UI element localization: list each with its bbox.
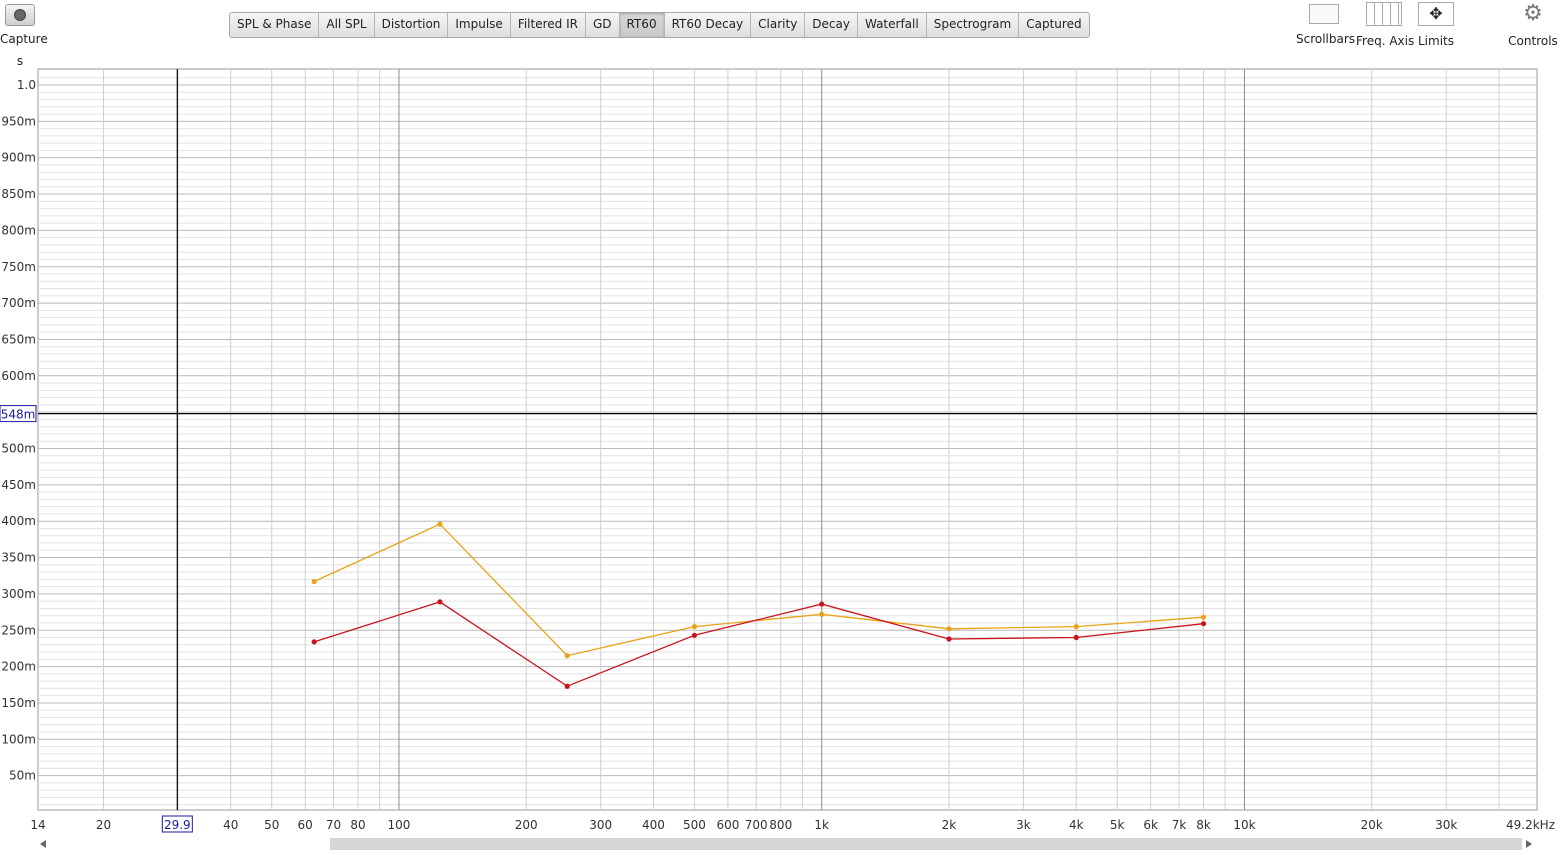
series-1-point: [946, 636, 952, 642]
grid-lines: [37, 68, 1538, 811]
series-0-point: [564, 653, 570, 659]
x-tick-label: 5k: [1110, 818, 1125, 832]
x-tick-label: 400: [642, 818, 665, 832]
series-1-point: [437, 599, 443, 605]
y-tick-label: 750m: [1, 260, 36, 274]
y-tick-label: 1.0: [17, 78, 36, 92]
x-tick-label: 50: [264, 818, 279, 832]
y-tick-label: 50m: [9, 769, 36, 783]
scroll-left-icon[interactable]: [40, 840, 46, 848]
scroll-right-icon[interactable]: [1526, 840, 1532, 848]
x-tick-label: 100: [388, 818, 411, 832]
x-tick-label: 70: [326, 818, 341, 832]
series-0-point: [1200, 614, 1207, 620]
y-tick-label: 700m: [1, 296, 36, 310]
y-tick-label: 900m: [1, 151, 36, 165]
x-tick-label: 600: [716, 818, 739, 832]
x-tick-label: 80: [350, 818, 365, 832]
y-tick-label: 150m: [1, 696, 36, 710]
x-tick-label: 14: [30, 818, 45, 832]
x-axis-ticks: 14 20 40 50 60 70 80 100 200 300 400 500 600 700 800 1k…: [30, 818, 1555, 832]
x-tick-label: 3k: [1016, 818, 1031, 832]
rt60-graph[interactable]: 1.0 950m 900m 850m 800m 750m 700m 650m 600m 500m 4…: [0, 0, 1560, 855]
cursor-y-readout: 548m: [1, 408, 36, 422]
series-0-point: [691, 624, 698, 630]
x-tick-label: 2k: [942, 818, 957, 832]
series-0-point: [819, 611, 825, 617]
y-tick-label: 450m: [1, 478, 36, 492]
x-tick-label: 30k: [1435, 818, 1457, 832]
x-tick-label: 49.2kHz: [1506, 818, 1555, 832]
x-tick-label: 300: [589, 818, 612, 832]
x-tick-label: 7k: [1172, 818, 1187, 832]
series-1-point: [691, 632, 698, 638]
y-tick-label: 650m: [1, 332, 36, 346]
series-1-point: [311, 639, 317, 645]
y-tick-label: 850m: [1, 187, 36, 201]
series-0-point: [437, 521, 443, 527]
y-tick-label: 200m: [1, 660, 36, 674]
horizontal-scrollbar[interactable]: [36, 836, 1536, 850]
series-1-point: [564, 683, 570, 689]
x-tick-label: 60: [298, 818, 313, 832]
scrollbar-thumb[interactable]: [330, 838, 1522, 850]
x-tick-label: 200: [515, 818, 538, 832]
x-tick-label: 8k: [1196, 818, 1211, 832]
y-tick-label: 100m: [1, 732, 36, 746]
series-0-point: [1073, 624, 1079, 630]
y-tick-label: 400m: [1, 514, 36, 528]
series-1-point: [1200, 621, 1207, 627]
x-tick-label: 500: [683, 818, 706, 832]
x-tick-label: 4k: [1069, 818, 1084, 832]
y-tick-label: 600m: [1, 369, 36, 383]
y-tick-label: 950m: [1, 114, 36, 128]
x-tick-label: 700: [745, 818, 768, 832]
y-tick-label: 250m: [1, 623, 36, 637]
y-tick-label: 800m: [1, 223, 36, 237]
y-tick-label: 350m: [1, 551, 36, 565]
cursor-x-readout: 29.9: [164, 818, 191, 832]
x-tick-label: 20k: [1361, 818, 1383, 832]
y-axis-ticks: 1.0 950m 900m 850m 800m 750m 700m 650m 600m 500m 4…: [1, 78, 36, 783]
series-0-point: [946, 626, 952, 632]
x-tick-label: 1k: [814, 818, 829, 832]
y-tick-label: 500m: [1, 442, 36, 456]
x-tick-label: 800: [769, 818, 792, 832]
y-tick-label: 300m: [1, 587, 36, 601]
x-tick-label: 6k: [1143, 818, 1158, 832]
x-tick-label: 40: [223, 818, 238, 832]
series-1-point: [1073, 634, 1079, 641]
series-1-point: [819, 601, 825, 607]
x-tick-label: 20: [96, 818, 111, 832]
series-0-point: [311, 578, 317, 585]
x-tick-label: 10k: [1233, 818, 1255, 832]
